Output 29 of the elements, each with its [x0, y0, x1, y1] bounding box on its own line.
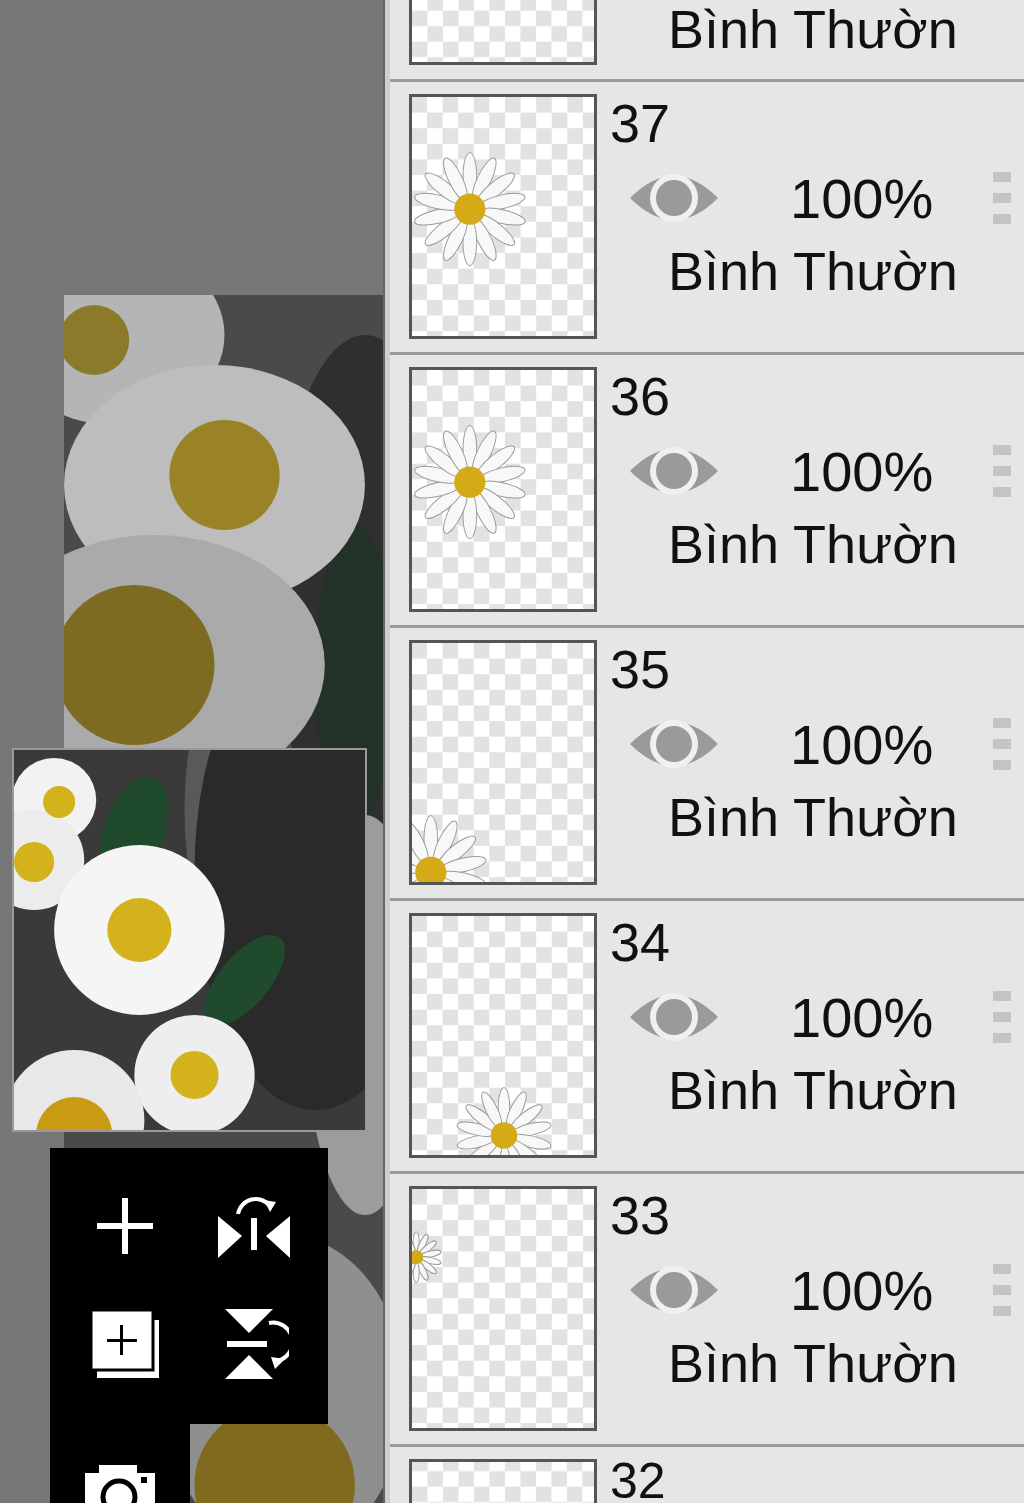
layer-row[interactable]: 36 100% Bình Thườn	[390, 355, 1024, 628]
layer-number: 36	[610, 367, 672, 425]
opacity-value: 100%	[790, 984, 934, 1050]
layer-row[interactable]: 33 100% Bình Thườn	[390, 1174, 1024, 1447]
layer-number: 37	[610, 94, 672, 152]
drag-handle-icon[interactable]	[993, 170, 1012, 226]
layer-row[interactable]: 34 100% Bình Thườn	[390, 901, 1024, 1174]
layer-row[interactable]: 37 100% Bình Thườn	[390, 82, 1024, 355]
drag-handle-icon[interactable]	[993, 716, 1012, 772]
layer-number: 34	[610, 913, 672, 971]
blend-mode: Bình Thườn	[667, 786, 959, 848]
blend-mode: Bình Thườn	[667, 0, 958, 60]
blend-mode: Bình Thườn	[667, 240, 959, 302]
opacity-value: 100%	[790, 1257, 934, 1323]
opacity-value: 100%	[790, 165, 934, 231]
layer-number: 35	[610, 640, 672, 698]
blend-mode: Bình Thườn	[667, 513, 959, 575]
blend-mode: Bình Thườn	[667, 1059, 959, 1121]
layer-number: 32	[610, 1459, 666, 1503]
drag-handle-icon[interactable]	[993, 1262, 1012, 1318]
opacity-value: 100%	[790, 438, 934, 504]
drag-handle-icon[interactable]	[993, 989, 1012, 1045]
layer-row[interactable]: 35 100% Bình Thườn	[390, 628, 1024, 901]
opacity-value: 100%	[790, 711, 934, 777]
blend-mode: Bình Thườn	[667, 1332, 959, 1394]
drag-handle-icon[interactable]	[993, 443, 1012, 499]
layer-number: 33	[610, 1186, 672, 1244]
layer-row[interactable]: 32	[390, 1447, 1024, 1503]
layer-row[interactable]: Bình Thườn	[390, 0, 1024, 82]
